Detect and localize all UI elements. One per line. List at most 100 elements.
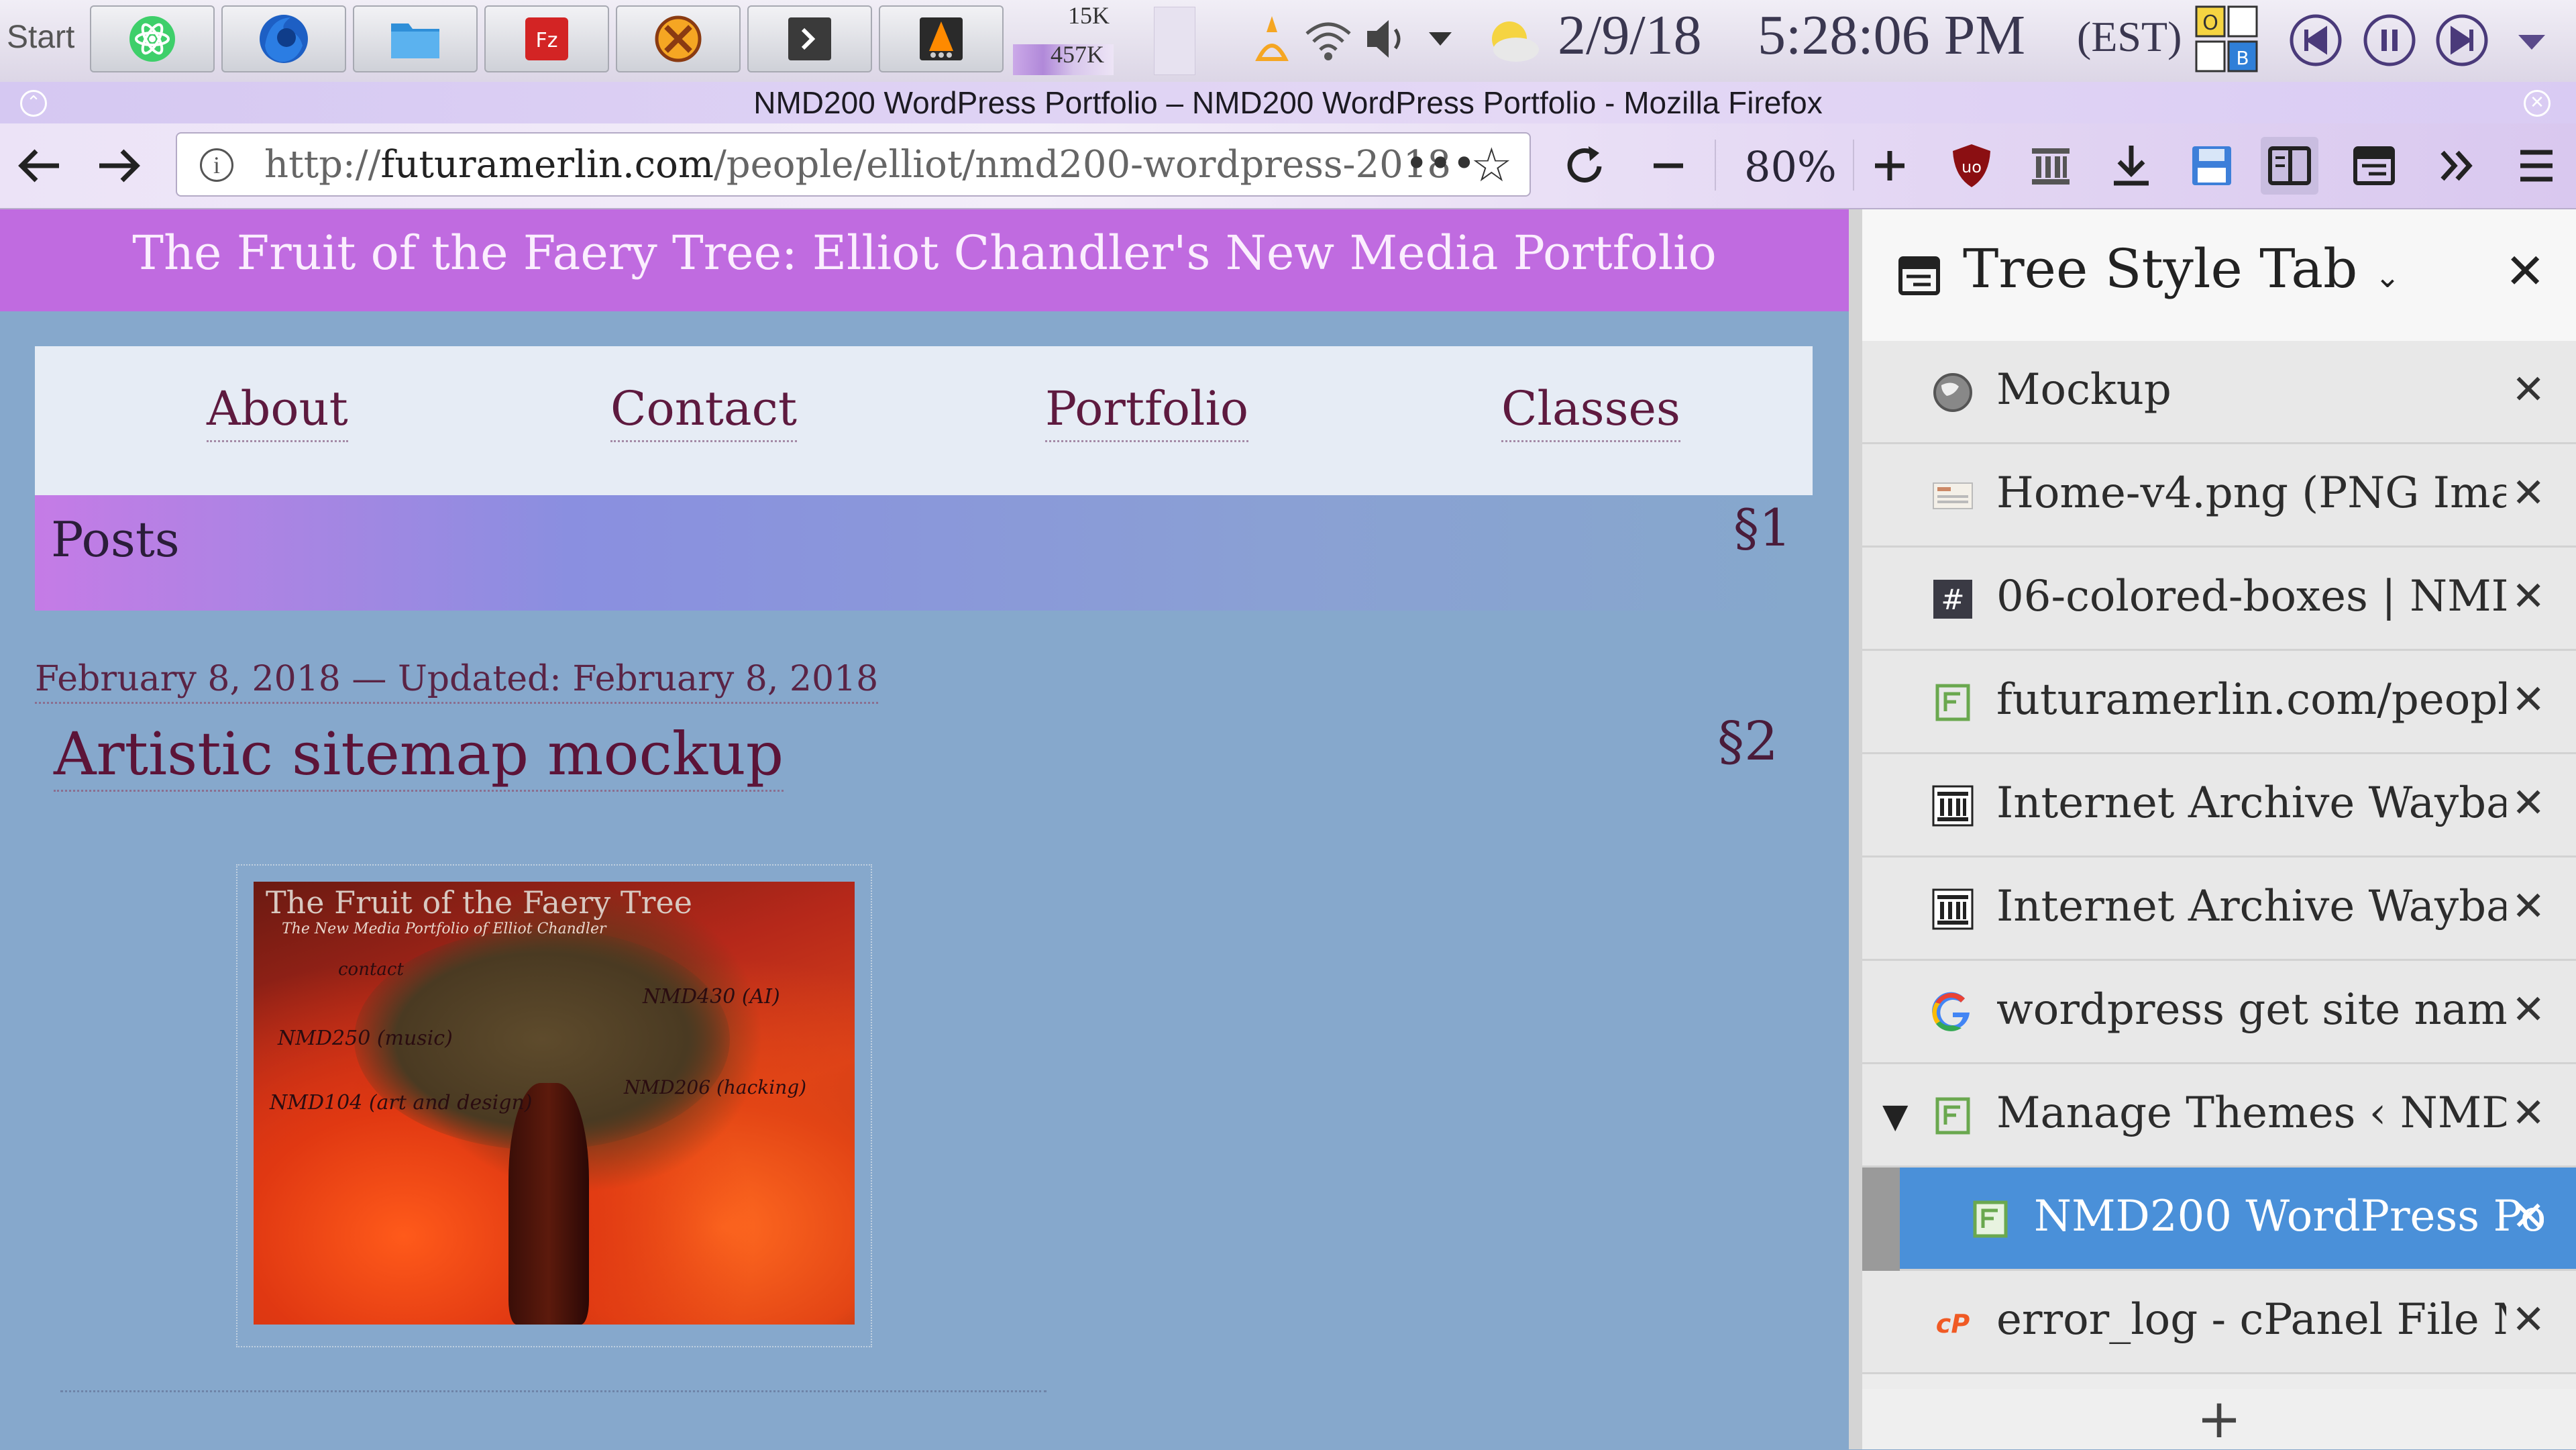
tab-item[interactable]: # 06-colored-boxes | NMD34.. ✕ — [1862, 548, 2576, 651]
tab-item[interactable]: Mockup ✕ — [1862, 341, 2576, 444]
post-title[interactable]: Artistic sitemap mockup — [54, 719, 784, 792]
reload-button[interactable] — [1556, 137, 1614, 195]
sidebar-icon — [2268, 146, 2311, 185]
url-bar[interactable]: i http://futuramerlin.com/people/elliot/… — [176, 132, 1531, 197]
tab-item-active[interactable]: NMD200 WordPress Po.. ✕ — [1900, 1168, 2576, 1271]
tab-title: Manage Themes ‹ NMD2.. — [1996, 1088, 2506, 1138]
globe-icon — [1933, 373, 1972, 412]
atom-icon — [129, 16, 175, 62]
sidebar-title-text: Tree Style Tab — [1963, 238, 2358, 300]
ublock-button[interactable]: uo — [1943, 137, 2000, 195]
tab-close-icon[interactable]: ✕ — [2512, 573, 2545, 620]
zoom-in-button[interactable] — [1861, 137, 1919, 195]
wifi-icon[interactable] — [1301, 12, 1355, 66]
zoom-level[interactable]: 80% — [1744, 142, 1837, 191]
window-close-icon[interactable]: ✕ — [2524, 90, 2551, 117]
overflow-menu-button[interactable] — [2427, 137, 2485, 195]
downloads-button[interactable] — [2102, 137, 2160, 195]
taskbar-app-terminal[interactable] — [747, 5, 872, 72]
sitemap-mockup-image[interactable]: The Fruit of the Faery Tree The New Medi… — [254, 882, 855, 1325]
site-title[interactable]: The Fruit of the Faery Tree: Elliot Chan… — [132, 225, 1716, 280]
clock-date[interactable]: 2/9/18 — [1558, 3, 1702, 68]
taskbar-app-atom[interactable] — [90, 5, 215, 72]
tree-style-tab-button[interactable] — [2345, 137, 2403, 195]
tab-close-icon[interactable]: ✕ — [2512, 1193, 2545, 1240]
tab-title: futuramerlin.com/people/el.. — [1996, 675, 2506, 725]
tree-collapse-icon[interactable]: ▼ — [1882, 1096, 1908, 1135]
tab-item[interactable]: wordpress get site name ph.. ✕ — [1862, 961, 2576, 1064]
double-chevron-right-icon — [2440, 150, 2473, 181]
tab-close-icon[interactable]: ✕ — [2512, 986, 2545, 1033]
section-marker-2[interactable]: §2 — [1717, 710, 1778, 772]
sidebar-title[interactable]: Tree Style Tab ⌄ — [1963, 238, 2400, 300]
wayback-machine-button[interactable] — [2022, 137, 2080, 195]
zoom-out-button[interactable] — [1640, 137, 1697, 195]
posts-heading: Posts — [51, 511, 180, 568]
url-text[interactable]: http://futuramerlin.com/people/elliot/nm… — [264, 143, 1485, 187]
svg-text:cP: cP — [1936, 1309, 1970, 1339]
tray-menu-chevron-icon[interactable] — [2512, 20, 2552, 60]
sidebar-close-icon[interactable]: ✕ — [2505, 243, 2545, 299]
tab-close-icon[interactable]: ✕ — [2512, 1090, 2545, 1137]
minus-icon — [1654, 163, 1683, 168]
toolbar-separator — [1715, 140, 1716, 191]
app-menu-button[interactable] — [2508, 137, 2565, 195]
tab-close-icon[interactable]: ✕ — [2512, 780, 2545, 827]
chevron-down-icon[interactable] — [1424, 12, 1457, 66]
taskbar-app-vlc[interactable] — [879, 5, 1004, 72]
clock-timezone: (EST) — [2077, 13, 2182, 60]
tab-close-icon[interactable]: ✕ — [2512, 366, 2545, 413]
crossed-circle-icon — [655, 15, 702, 62]
post-divider — [60, 1390, 1046, 1392]
tab-close-icon[interactable]: ✕ — [2512, 676, 2545, 723]
media-pause-icon[interactable] — [2361, 12, 2418, 68]
media-previous-icon[interactable] — [2288, 12, 2344, 68]
keyboard-layout-icon[interactable]: O B — [2194, 4, 2261, 75]
tab-item[interactable]: futuramerlin.com/people/el.. ✕ — [1862, 651, 2576, 754]
nav-link-contact[interactable]: Contact — [610, 381, 797, 442]
svg-text:Fz: Fz — [535, 29, 557, 52]
back-button[interactable] — [11, 137, 68, 195]
weather-icon[interactable] — [1483, 12, 1543, 72]
sidebar-toggle-button[interactable] — [2261, 137, 2318, 195]
start-button[interactable]: Start — [7, 19, 74, 56]
taskbar-app-firefox[interactable] — [221, 5, 346, 72]
tab-item[interactable]: Internet Archive Wayback .. ✕ — [1862, 754, 2576, 858]
new-tab-button[interactable]: + — [1862, 1389, 2576, 1449]
tab-item[interactable]: Internet Archive Wayback .. ✕ — [1862, 858, 2576, 961]
folder-icon — [391, 23, 439, 58]
url-scheme: http:// — [264, 143, 381, 187]
tab-item[interactable]: cP error_log - cPanel File Man.. ✕ — [1862, 1271, 2576, 1374]
update-notifier-icon[interactable] — [1252, 12, 1292, 66]
tab-close-icon[interactable]: ✕ — [2512, 883, 2545, 930]
nav-link-classes[interactable]: Classes — [1501, 381, 1680, 442]
save-page-button[interactable] — [2183, 137, 2241, 195]
forward-button[interactable] — [90, 137, 148, 195]
active-tab-indent — [1862, 1168, 1900, 1271]
bookmark-star-icon[interactable]: ☆ — [1470, 138, 1513, 193]
archive-icon — [1932, 888, 1974, 930]
tab-close-icon[interactable]: ✕ — [2512, 470, 2545, 517]
tab-item[interactable]: Home-v4.png (PNG Image.. ✕ — [1862, 444, 2576, 548]
media-next-icon[interactable] — [2434, 12, 2490, 68]
system-taskbar: Start Fz 15K 457K 2/9/18 5:28:06 PM (EST… — [0, 0, 2576, 83]
taskbar-app-filezilla[interactable]: Fz — [484, 5, 609, 72]
mockup-label-nmd430: NMD430 (AI) — [643, 985, 780, 1008]
taskbar-app-vlc-remote[interactable] — [616, 5, 741, 72]
net-download-rate: 457K — [1051, 41, 1104, 68]
floppy-disk-icon — [2192, 146, 2231, 185]
mockup-image-frame[interactable]: The Fruit of the Faery Tree The New Medi… — [236, 864, 872, 1347]
posts-heading-bar: Posts — [35, 495, 1813, 611]
tab-close-icon[interactable]: ✕ — [2512, 1296, 2545, 1343]
tab-title: error_log - cPanel File Man.. — [1996, 1295, 2506, 1345]
section-marker-1[interactable]: §1 — [1733, 498, 1791, 558]
page-actions-icon[interactable]: ••• — [1405, 140, 1476, 187]
clock-time[interactable]: 5:28:06 PM — [1758, 3, 2025, 68]
volume-icon[interactable] — [1362, 12, 1409, 66]
site-info-icon[interactable]: i — [200, 148, 233, 182]
taskbar-app-files[interactable] — [353, 5, 478, 72]
nav-link-about[interactable]: About — [207, 381, 348, 442]
nav-link-portfolio[interactable]: Portfolio — [1045, 381, 1248, 442]
tab-item-parent[interactable]: ▼ Manage Themes ‹ NMD2.. ✕ — [1862, 1064, 2576, 1168]
chevron-down-icon: ⌄ — [2374, 258, 2401, 295]
